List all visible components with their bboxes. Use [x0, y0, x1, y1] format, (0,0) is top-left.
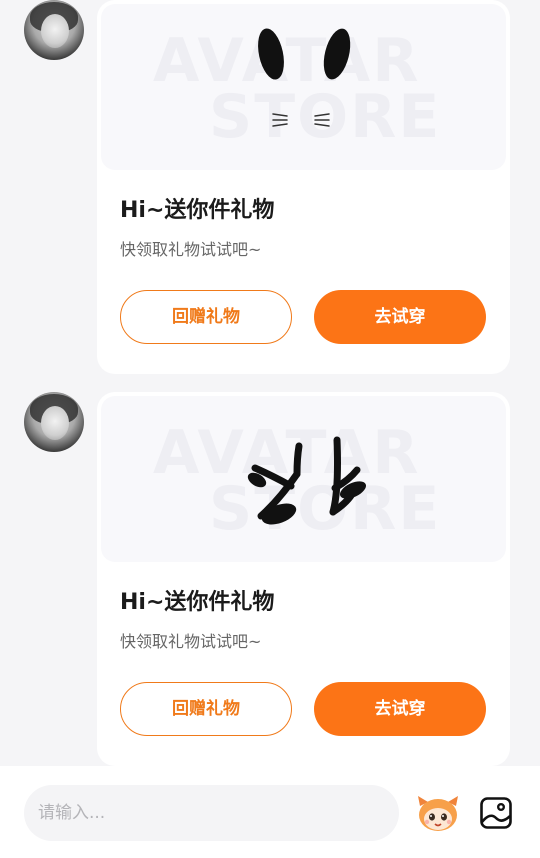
- avatar[interactable]: [24, 392, 84, 452]
- image-icon[interactable]: [479, 796, 513, 830]
- mascot-emoji-icon[interactable]: [415, 792, 461, 834]
- rabbit-ears-icon: [258, 28, 351, 127]
- gift-title: Hi~送你件礼物: [120, 590, 275, 615]
- avatar-face: [41, 14, 69, 48]
- antlers-icon: [247, 436, 367, 525]
- message-composer: [0, 766, 540, 858]
- gift-preview[interactable]: AVATAR STORE: [101, 396, 506, 562]
- try-on-button[interactable]: 去试穿: [314, 290, 486, 344]
- avatar-face: [41, 406, 69, 440]
- return-gift-button[interactable]: 回赠礼物: [120, 682, 292, 736]
- gift-subtitle: 快领取礼物试试吧~: [120, 632, 262, 651]
- gift-card: AVATAR STORE Hi~送你件礼物 快领取礼物试试吧~ 回赠礼物 去试穿: [97, 392, 510, 766]
- gift-subtitle: 快领取礼物试试吧~: [120, 240, 262, 259]
- return-gift-button[interactable]: 回赠礼物: [120, 290, 292, 344]
- message-input[interactable]: [24, 785, 399, 841]
- gift-preview[interactable]: AVATAR STORE: [101, 4, 506, 170]
- gift-title: Hi~送你件礼物: [120, 198, 275, 223]
- try-on-button[interactable]: 去试穿: [314, 682, 486, 736]
- avatar[interactable]: [24, 0, 84, 60]
- chat-list: AVATAR STORE Hi~送你件礼物 快领取礼物试试吧~ 回赠礼物 去试穿…: [0, 0, 540, 766]
- gift-card: AVATAR STORE Hi~送你件礼物 快领取礼物试试吧~ 回赠礼物 去试穿: [97, 0, 510, 374]
